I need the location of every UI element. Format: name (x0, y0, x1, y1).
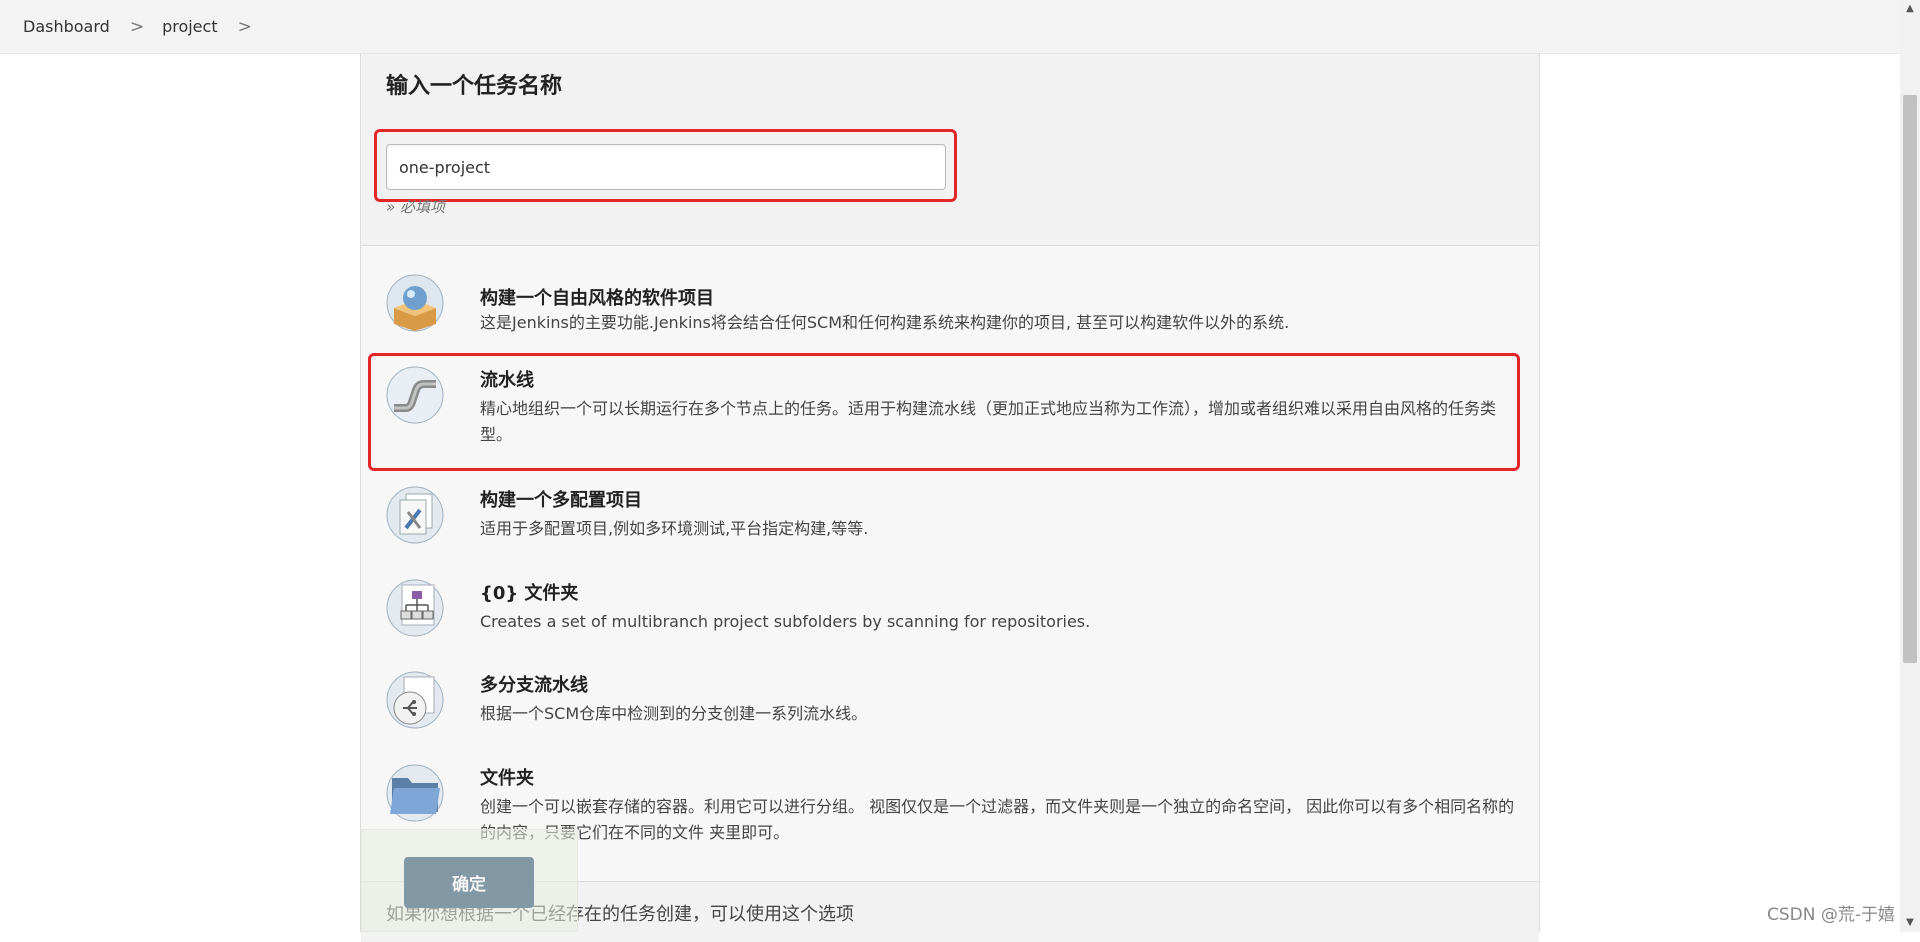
item-title: 构建一个自由风格的软件项目 (480, 288, 714, 309)
vertical-scrollbar[interactable]: ▲ ▼ (1900, 0, 1920, 932)
item-type-multibranch-pipeline[interactable]: 多分支流水线 根据一个SCM仓库中检测到的分支创建一系列流水线。 (381, 671, 1521, 741)
chevron-right-icon[interactable]: > (130, 17, 144, 37)
item-type-freestyle[interactable]: 构建一个自由风格的软件项目 这是Jenkins的主要功能.Jenkins将会结合… (381, 274, 1521, 344)
breadcrumb: Dashboard > project > (0, 0, 1920, 54)
item-description: Creates a set of multibranch project sub… (480, 612, 1091, 631)
item-description: 根据一个SCM仓库中检测到的分支创建一系列流水线。 (480, 704, 868, 723)
item-description: 适用于多配置项目,例如多环境测试,平台指定构建,等等. (480, 519, 869, 538)
item-type-pipeline[interactable]: 流水线 精心地组织一个可以长期运行在多个节点上的任务。适用于构建流水线（更加正式… (381, 366, 1521, 466)
item-description: 这是Jenkins的主要功能.Jenkins将会结合任何SCM和任何构建系统来构… (480, 313, 1290, 332)
item-title: 构建一个多配置项目 (480, 490, 642, 511)
org-folder-icon (386, 579, 444, 637)
scroll-down-icon[interactable]: ▼ (1900, 914, 1920, 932)
watermark: CSDN @荒-于嬉 (1767, 905, 1896, 925)
breadcrumb-project[interactable]: project (162, 17, 218, 36)
item-description: 精心地组织一个可以长期运行在多个节点上的任务。适用于构建流水线（更加正式地应当称… (480, 399, 1497, 444)
item-title: 多分支流水线 (480, 675, 588, 696)
scroll-up-icon[interactable]: ▲ (1900, 0, 1920, 18)
folder-icon (386, 764, 444, 822)
item-title: {0} 文件夹 (480, 583, 579, 604)
new-item-panel: 输入一个任务名称 » 必填项 构建一个自由风格的软件项目 这是Jenkins的主… (360, 54, 1540, 942)
item-type-multi-config[interactable]: 构建一个多配置项目 适用于多配置项目,例如多环境测试,平台指定构建,等等. (381, 486, 1521, 556)
item-name-input[interactable] (386, 144, 946, 190)
item-title: 流水线 (480, 370, 534, 391)
ok-button[interactable]: 确定 (404, 857, 534, 908)
freestyle-project-icon (386, 274, 444, 332)
item-type-org-folder[interactable]: {0} 文件夹 Creates a set of multibranch pro… (381, 579, 1521, 649)
item-name-heading: 输入一个任务名称 (386, 74, 563, 99)
multi-config-icon (386, 486, 444, 544)
multibranch-pipeline-icon (386, 671, 444, 729)
chevron-right-icon[interactable]: > (238, 17, 252, 37)
pipeline-icon (386, 366, 444, 424)
required-hint: » 必填项 (386, 198, 446, 216)
scrollbar-thumb[interactable] (1903, 95, 1917, 663)
item-description: 创建一个可以嵌套存储的容器。利用它可以进行分组。 视图仅仅是一个过滤器，而文件夹… (480, 797, 1515, 842)
item-title: 文件夹 (480, 768, 534, 789)
item-name-section: 输入一个任务名称 » 必填项 (361, 54, 1539, 246)
breadcrumb-dashboard[interactable]: Dashboard (23, 17, 110, 36)
